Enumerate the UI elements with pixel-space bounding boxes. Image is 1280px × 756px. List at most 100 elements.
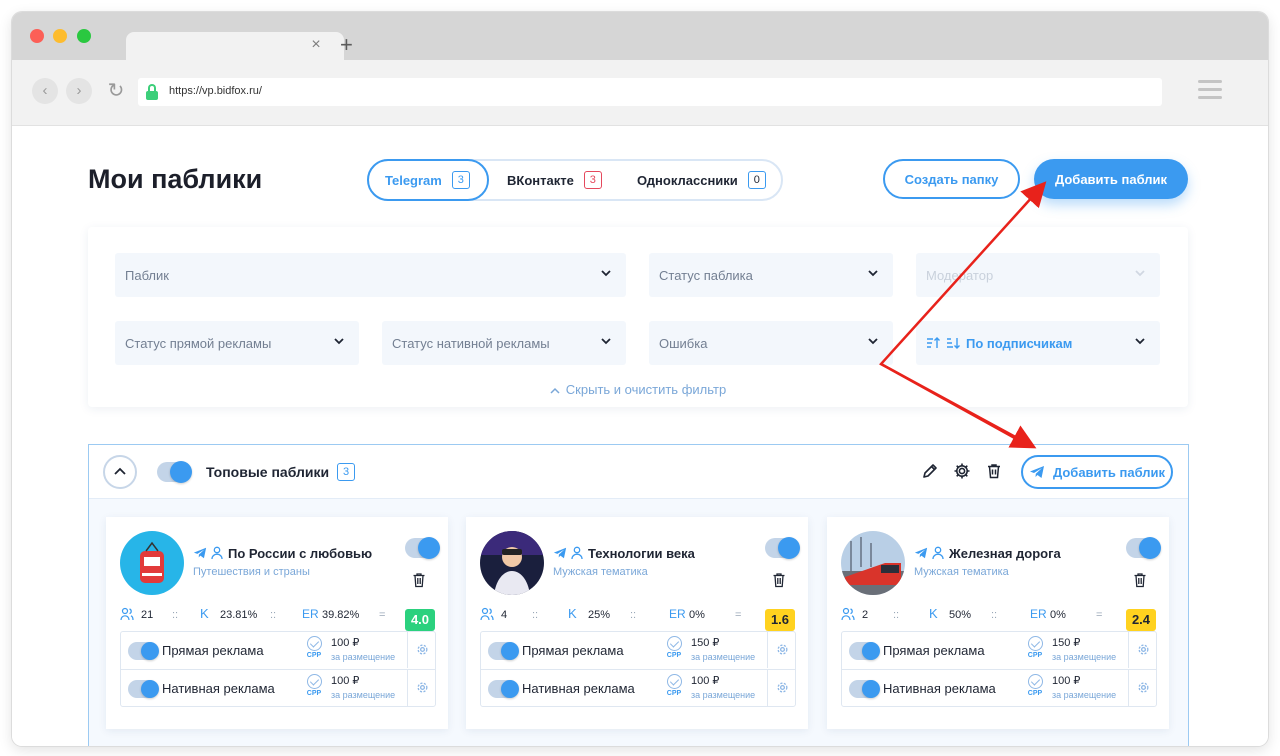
- k-value: 25%: [588, 609, 611, 621]
- page-title: Мои паблики: [88, 164, 263, 194]
- select-label: Статус нативной рекламы: [392, 335, 550, 351]
- er-value: 0%: [689, 609, 705, 621]
- folder-add-public-button[interactable]: Добавить паблик: [1021, 455, 1173, 489]
- direct-ad-toggle[interactable]: [128, 642, 159, 660]
- public-name[interactable]: Технологии века: [588, 546, 695, 561]
- minimize-window-button[interactable]: [53, 29, 67, 43]
- clear-filter-link[interactable]: Скрыть и очистить фильтр: [88, 382, 1188, 397]
- score-badge: 1.6: [765, 609, 795, 631]
- user-icon: [932, 546, 944, 560]
- trash-icon[interactable]: [772, 572, 786, 588]
- native-ad-status-select[interactable]: Статус нативной рекламы: [382, 321, 626, 365]
- tab-vkontakte[interactable]: ВКонтакте 3: [507, 159, 617, 201]
- ad-row-direct: Прямая реклама CPP 150 ₽ за размещение: [481, 632, 795, 669]
- k-value: 23.81%: [220, 609, 258, 621]
- subscribers-count: 2: [862, 609, 869, 621]
- public-card: По России с любовью Путешествия и страны…: [106, 517, 448, 729]
- tab-label: Telegram: [385, 172, 442, 188]
- ad-settings-button[interactable]: [407, 632, 437, 668]
- tab-count-badge: 3: [583, 171, 602, 189]
- native-ad-toggle[interactable]: [128, 680, 159, 698]
- create-folder-button[interactable]: Создать папку: [883, 159, 1020, 199]
- lock-icon: [146, 84, 158, 100]
- chevron-down-icon: [601, 338, 611, 345]
- page-content: Мои паблики Telegram 3 ВКонтакте 3 Однок…: [12, 126, 1268, 746]
- public-stats: 2 :: K 50% :: ER 0% = 2.4: [841, 605, 1157, 631]
- cpp-icon: CPP: [305, 636, 323, 659]
- direct-ad-toggle[interactable]: [849, 642, 880, 660]
- error-select[interactable]: Ошибка: [649, 321, 893, 365]
- subscribers-count: 4: [501, 609, 508, 621]
- ad-settings-button[interactable]: [767, 632, 797, 668]
- public-name[interactable]: По России с любовью: [228, 546, 372, 561]
- tab-close-icon[interactable]: ×: [308, 36, 324, 54]
- trash-icon[interactable]: [985, 462, 1003, 480]
- public-toggle[interactable]: [765, 537, 800, 559]
- close-window-button[interactable]: [30, 29, 44, 43]
- direct-ad-status-select[interactable]: Статус прямой рекламы: [115, 321, 359, 365]
- reload-icon[interactable]: ↻: [103, 78, 129, 104]
- k-value: 50%: [949, 609, 972, 621]
- ad-row-direct: Прямая реклама CPP 100 ₽ за размещение: [121, 632, 435, 669]
- new-tab-icon[interactable]: +: [340, 32, 353, 58]
- gear-icon: [1138, 682, 1149, 693]
- subscribers-icon: [120, 607, 134, 621]
- native-ad-toggle[interactable]: [488, 680, 519, 698]
- menu-icon[interactable]: [1198, 80, 1222, 104]
- folder-toggle[interactable]: [157, 461, 192, 483]
- k-label: K: [568, 606, 577, 621]
- public-avatar: [480, 531, 544, 595]
- er-value: 0%: [1050, 609, 1066, 621]
- trash-icon[interactable]: [412, 572, 426, 588]
- public-avatar: [841, 531, 905, 595]
- back-icon[interactable]: ‹: [32, 78, 58, 104]
- ad-row-direct: Прямая реклама CPP 150 ₽ за размещение: [842, 632, 1156, 669]
- public-toggle[interactable]: [1126, 537, 1161, 559]
- public-stats: 4 :: K 25% :: ER 0% = 1.6: [480, 605, 796, 631]
- public-select[interactable]: Паблик: [115, 253, 626, 297]
- public-name[interactable]: Железная дорога: [949, 546, 1061, 561]
- chevron-down-icon: [601, 270, 611, 277]
- native-ad-toggle[interactable]: [849, 680, 880, 698]
- filter-panel: Паблик Статус паблика Модератор Статус п…: [88, 227, 1188, 407]
- public-toggle[interactable]: [405, 537, 440, 559]
- ad-row-native: Нативная реклама CPP 100 ₽ за размещение: [121, 669, 435, 706]
- collapse-button[interactable]: [103, 455, 137, 489]
- gear-icon: [1138, 644, 1149, 655]
- gear-icon[interactable]: [953, 462, 971, 480]
- select-label: Паблик: [125, 267, 169, 283]
- sort-desc-icon[interactable]: [946, 337, 960, 349]
- add-public-button[interactable]: Добавить паблик: [1034, 159, 1188, 199]
- ad-settings-button[interactable]: [767, 670, 797, 706]
- separator: ::: [270, 609, 277, 621]
- ad-settings-button[interactable]: [1128, 670, 1158, 706]
- clear-filter-label: Скрыть и очистить фильтр: [565, 382, 727, 397]
- tab-telegram[interactable]: Telegram 3: [367, 159, 489, 201]
- ad-formats: Прямая реклама CPP 100 ₽ за размещение Н…: [120, 631, 436, 707]
- separator: ::: [172, 609, 179, 621]
- trash-icon[interactable]: [1133, 572, 1147, 588]
- user-icon: [211, 546, 223, 560]
- ad-price-unit: за размещение: [331, 652, 396, 662]
- sort-asc-icon[interactable]: [926, 337, 940, 349]
- public-topic: Мужская тематика: [914, 566, 1009, 578]
- score-badge: 2.4: [1126, 609, 1156, 631]
- sort-select[interactable]: По подписчикам: [916, 321, 1160, 365]
- maximize-window-button[interactable]: [77, 29, 91, 43]
- folder-count-badge: 3: [337, 463, 355, 481]
- forward-icon[interactable]: ›: [66, 78, 92, 104]
- select-label: Статус прямой рекламы: [125, 335, 272, 351]
- public-card: Технологии века Мужская тематика 4 :: K …: [466, 517, 808, 729]
- ad-settings-button[interactable]: [407, 670, 437, 706]
- chevron-up-icon: [550, 387, 560, 394]
- ad-label: Прямая реклама: [522, 643, 624, 658]
- ad-price: 100 ₽: [331, 637, 360, 649]
- public-status-select[interactable]: Статус паблика: [649, 253, 893, 297]
- tab-odnoklassniki[interactable]: Одноклассники 0: [637, 159, 777, 201]
- ad-settings-button[interactable]: [1128, 632, 1158, 668]
- k-label: K: [200, 606, 209, 621]
- direct-ad-toggle[interactable]: [488, 642, 519, 660]
- edit-icon[interactable]: [921, 462, 939, 480]
- address-bar[interactable]: https://vp.bidfox.ru/: [138, 78, 1162, 106]
- ad-label: Нативная реклама: [883, 681, 996, 696]
